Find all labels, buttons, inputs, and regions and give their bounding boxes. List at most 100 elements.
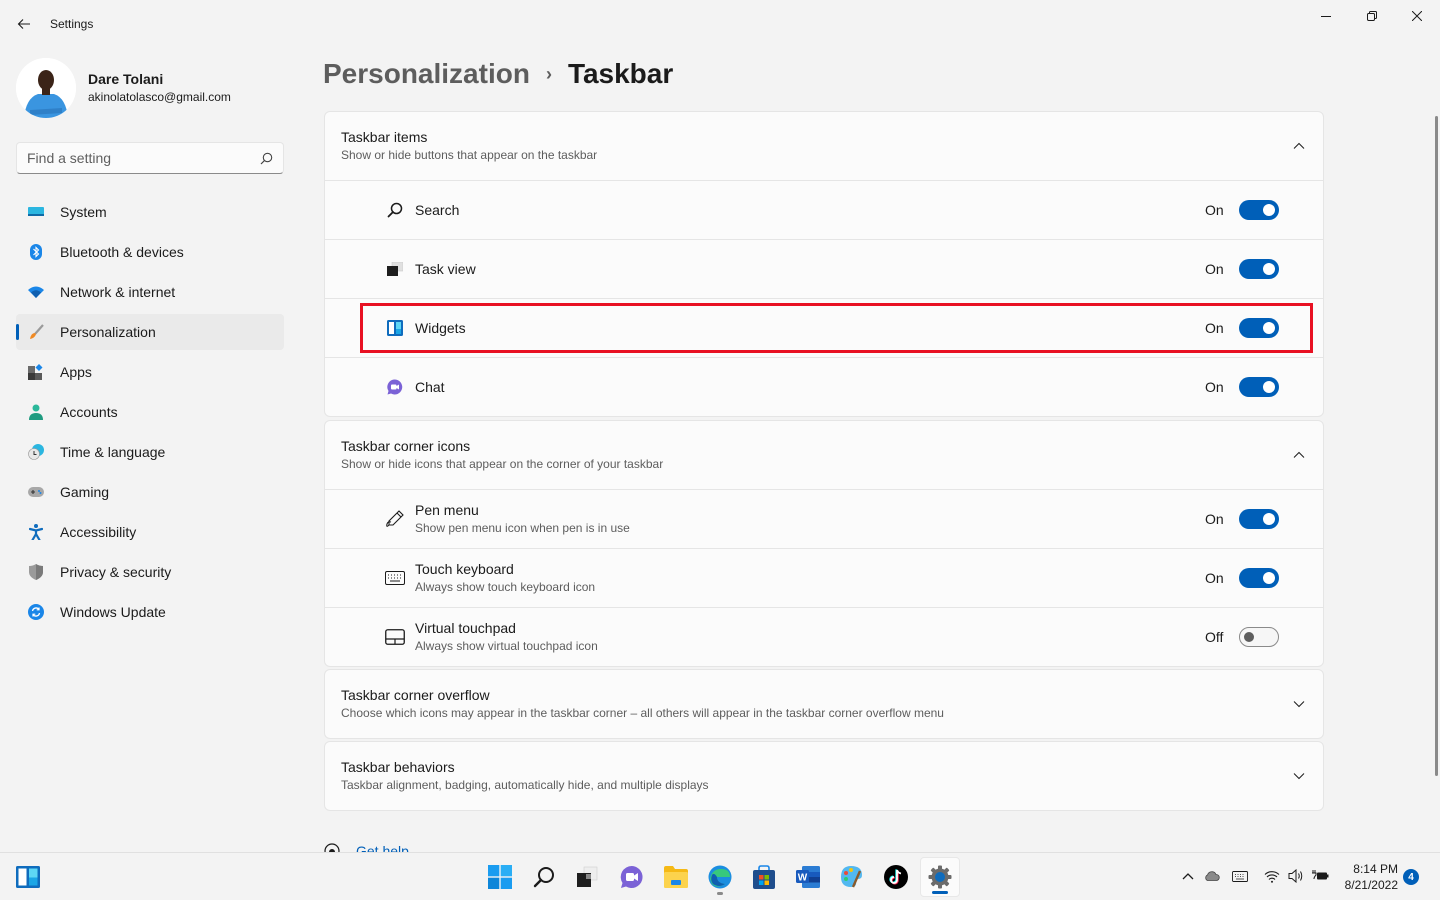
taskbar-file-explorer-button[interactable] (656, 857, 696, 897)
taskbar-items-header[interactable]: Taskbar items Show or hide buttons that … (325, 112, 1323, 180)
wifi-tray-icon[interactable] (1261, 865, 1283, 887)
minimize-button[interactable] (1303, 0, 1349, 32)
taskbar-chat-button[interactable] (612, 857, 652, 897)
setting-row-touch-keyboard: Touch keyboard Always show touch keyboar… (325, 548, 1323, 607)
wifi-icon (1264, 870, 1280, 883)
corner-icons-header[interactable]: Taskbar corner icons Show or hide icons … (325, 421, 1323, 489)
pen-menu-toggle[interactable] (1239, 509, 1279, 529)
taskbar-search-button[interactable] (524, 857, 564, 897)
scrollbar[interactable] (1435, 116, 1438, 776)
chevron-down-icon[interactable] (1291, 768, 1307, 784)
bluetooth-icon (28, 244, 44, 260)
person-icon (28, 404, 44, 420)
corner-overflow-header[interactable]: Taskbar corner overflow Choose which ico… (325, 670, 1323, 738)
sidebar-item-system[interactable]: System (16, 194, 284, 230)
behaviors-header[interactable]: Taskbar behaviors Taskbar alignment, bad… (325, 742, 1323, 810)
widgets-toggle[interactable] (1239, 318, 1279, 338)
battery-tray-icon[interactable] (1309, 865, 1331, 887)
taskbar-paint-button[interactable] (832, 857, 872, 897)
running-indicator (717, 892, 723, 895)
behaviors-group: Taskbar behaviors Taskbar alignment, bad… (324, 741, 1324, 811)
volume-tray-icon[interactable] (1285, 865, 1307, 887)
taskbar-widgets-button[interactable] (8, 857, 48, 897)
apps-icon (28, 364, 44, 380)
shield-icon (28, 564, 44, 580)
corner-icons-group: Taskbar corner icons Show or hide icons … (324, 420, 1324, 667)
back-button[interactable] (12, 12, 36, 36)
chat-icon (385, 377, 405, 397)
search-input[interactable] (27, 150, 260, 166)
sidebar-item-apps[interactable]: Apps (16, 354, 284, 390)
corner-overflow-group: Taskbar corner overflow Choose which ico… (324, 669, 1324, 739)
chevron-up-icon (1182, 873, 1194, 880)
sidebar-item-gaming[interactable]: Gaming (16, 474, 284, 510)
task-view-icon (385, 259, 405, 279)
notification-badge[interactable]: 4 (1403, 869, 1419, 885)
taskbar-clock[interactable]: 8:14 PM 8/21/2022 (1345, 861, 1398, 893)
pen-icon (385, 509, 405, 529)
onedrive-tray-icon[interactable] (1201, 865, 1223, 887)
setting-row-widgets: Widgets On (325, 298, 1323, 357)
task-view-toggle[interactable] (1239, 259, 1279, 279)
setting-row-search: Search On (325, 180, 1323, 239)
chevron-up-icon[interactable] (1291, 447, 1307, 463)
clock-globe-icon (28, 444, 44, 460)
chevron-down-icon[interactable] (1291, 696, 1307, 712)
store-icon (753, 865, 775, 889)
search-box[interactable] (16, 142, 284, 174)
back-arrow-icon (17, 19, 30, 29)
sidebar-item-network[interactable]: Network & internet (16, 274, 284, 310)
profile-name: Dare Tolani (88, 71, 164, 87)
taskbar-store-button[interactable] (744, 857, 784, 897)
edge-icon (708, 865, 732, 889)
keyboard-icon (1232, 870, 1248, 882)
taskbar-settings-button[interactable] (920, 857, 960, 897)
chevron-up-icon[interactable] (1291, 138, 1307, 154)
keyboard-icon (385, 568, 405, 588)
title-bar: Settings (0, 0, 1440, 48)
update-icon (28, 604, 44, 620)
word-icon: W (796, 866, 820, 888)
paint-palette-icon (841, 866, 862, 888)
touch-keyboard-tray-icon[interactable] (1229, 865, 1251, 887)
battery-charging-icon (1311, 870, 1328, 880)
search-icon (260, 152, 273, 164)
taskbar-word-button[interactable]: W (788, 857, 828, 897)
cloud-icon (1205, 871, 1220, 881)
sidebar-item-time-language[interactable]: Time & language (16, 434, 284, 470)
sidebar-item-windows-update[interactable]: Windows Update (16, 594, 284, 630)
breadcrumb-personalization[interactable]: Personalization (323, 58, 530, 90)
breadcrumb-separator: › (545, 63, 552, 84)
windows-taskbar: W 8:14 PM 8/21/2022 4 (0, 852, 1440, 900)
sidebar-item-accessibility[interactable]: Accessibility (16, 514, 284, 550)
profile-email: akinolatolasco@gmail.com (88, 90, 231, 104)
clock-date: 8/21/2022 (1344, 878, 1398, 892)
gear-icon (928, 865, 952, 889)
user-profile[interactable]: Dare Tolani akinolatolasco@gmail.com (16, 58, 231, 118)
svg-text:W: W (798, 873, 808, 884)
taskbar-task-view-button[interactable] (567, 857, 607, 897)
sidebar-item-bluetooth[interactable]: Bluetooth & devices (16, 234, 284, 270)
tiktok-icon (884, 865, 908, 889)
maximize-button[interactable] (1349, 0, 1395, 32)
search-icon (533, 867, 554, 888)
close-button[interactable] (1394, 0, 1440, 32)
page-title: Taskbar (567, 58, 674, 89)
sidebar-item-privacy[interactable]: Privacy & security (16, 554, 284, 590)
show-hidden-icons-button[interactable] (1177, 865, 1199, 887)
app-title: Settings (50, 17, 94, 31)
setting-row-virtual-touchpad: Virtual touchpad Always show virtual tou… (325, 607, 1323, 666)
taskbar-start-button[interactable] (480, 857, 520, 897)
chat-toggle[interactable] (1239, 377, 1279, 397)
folder-icon (664, 866, 688, 888)
taskbar-tiktok-button[interactable] (876, 857, 916, 897)
breadcrumb: Personalization › Taskbar (323, 58, 673, 90)
touch-keyboard-toggle[interactable] (1239, 568, 1279, 588)
sidebar-nav: System Bluetooth & devices Network & int… (16, 194, 284, 634)
sidebar-item-personalization[interactable]: Personalization (16, 314, 284, 350)
setting-row-chat: Chat On (325, 357, 1323, 416)
search-toggle[interactable] (1239, 200, 1279, 220)
sidebar-item-accounts[interactable]: Accounts (16, 394, 284, 430)
virtual-touchpad-toggle[interactable] (1239, 627, 1279, 647)
taskbar-edge-button[interactable] (700, 857, 740, 897)
